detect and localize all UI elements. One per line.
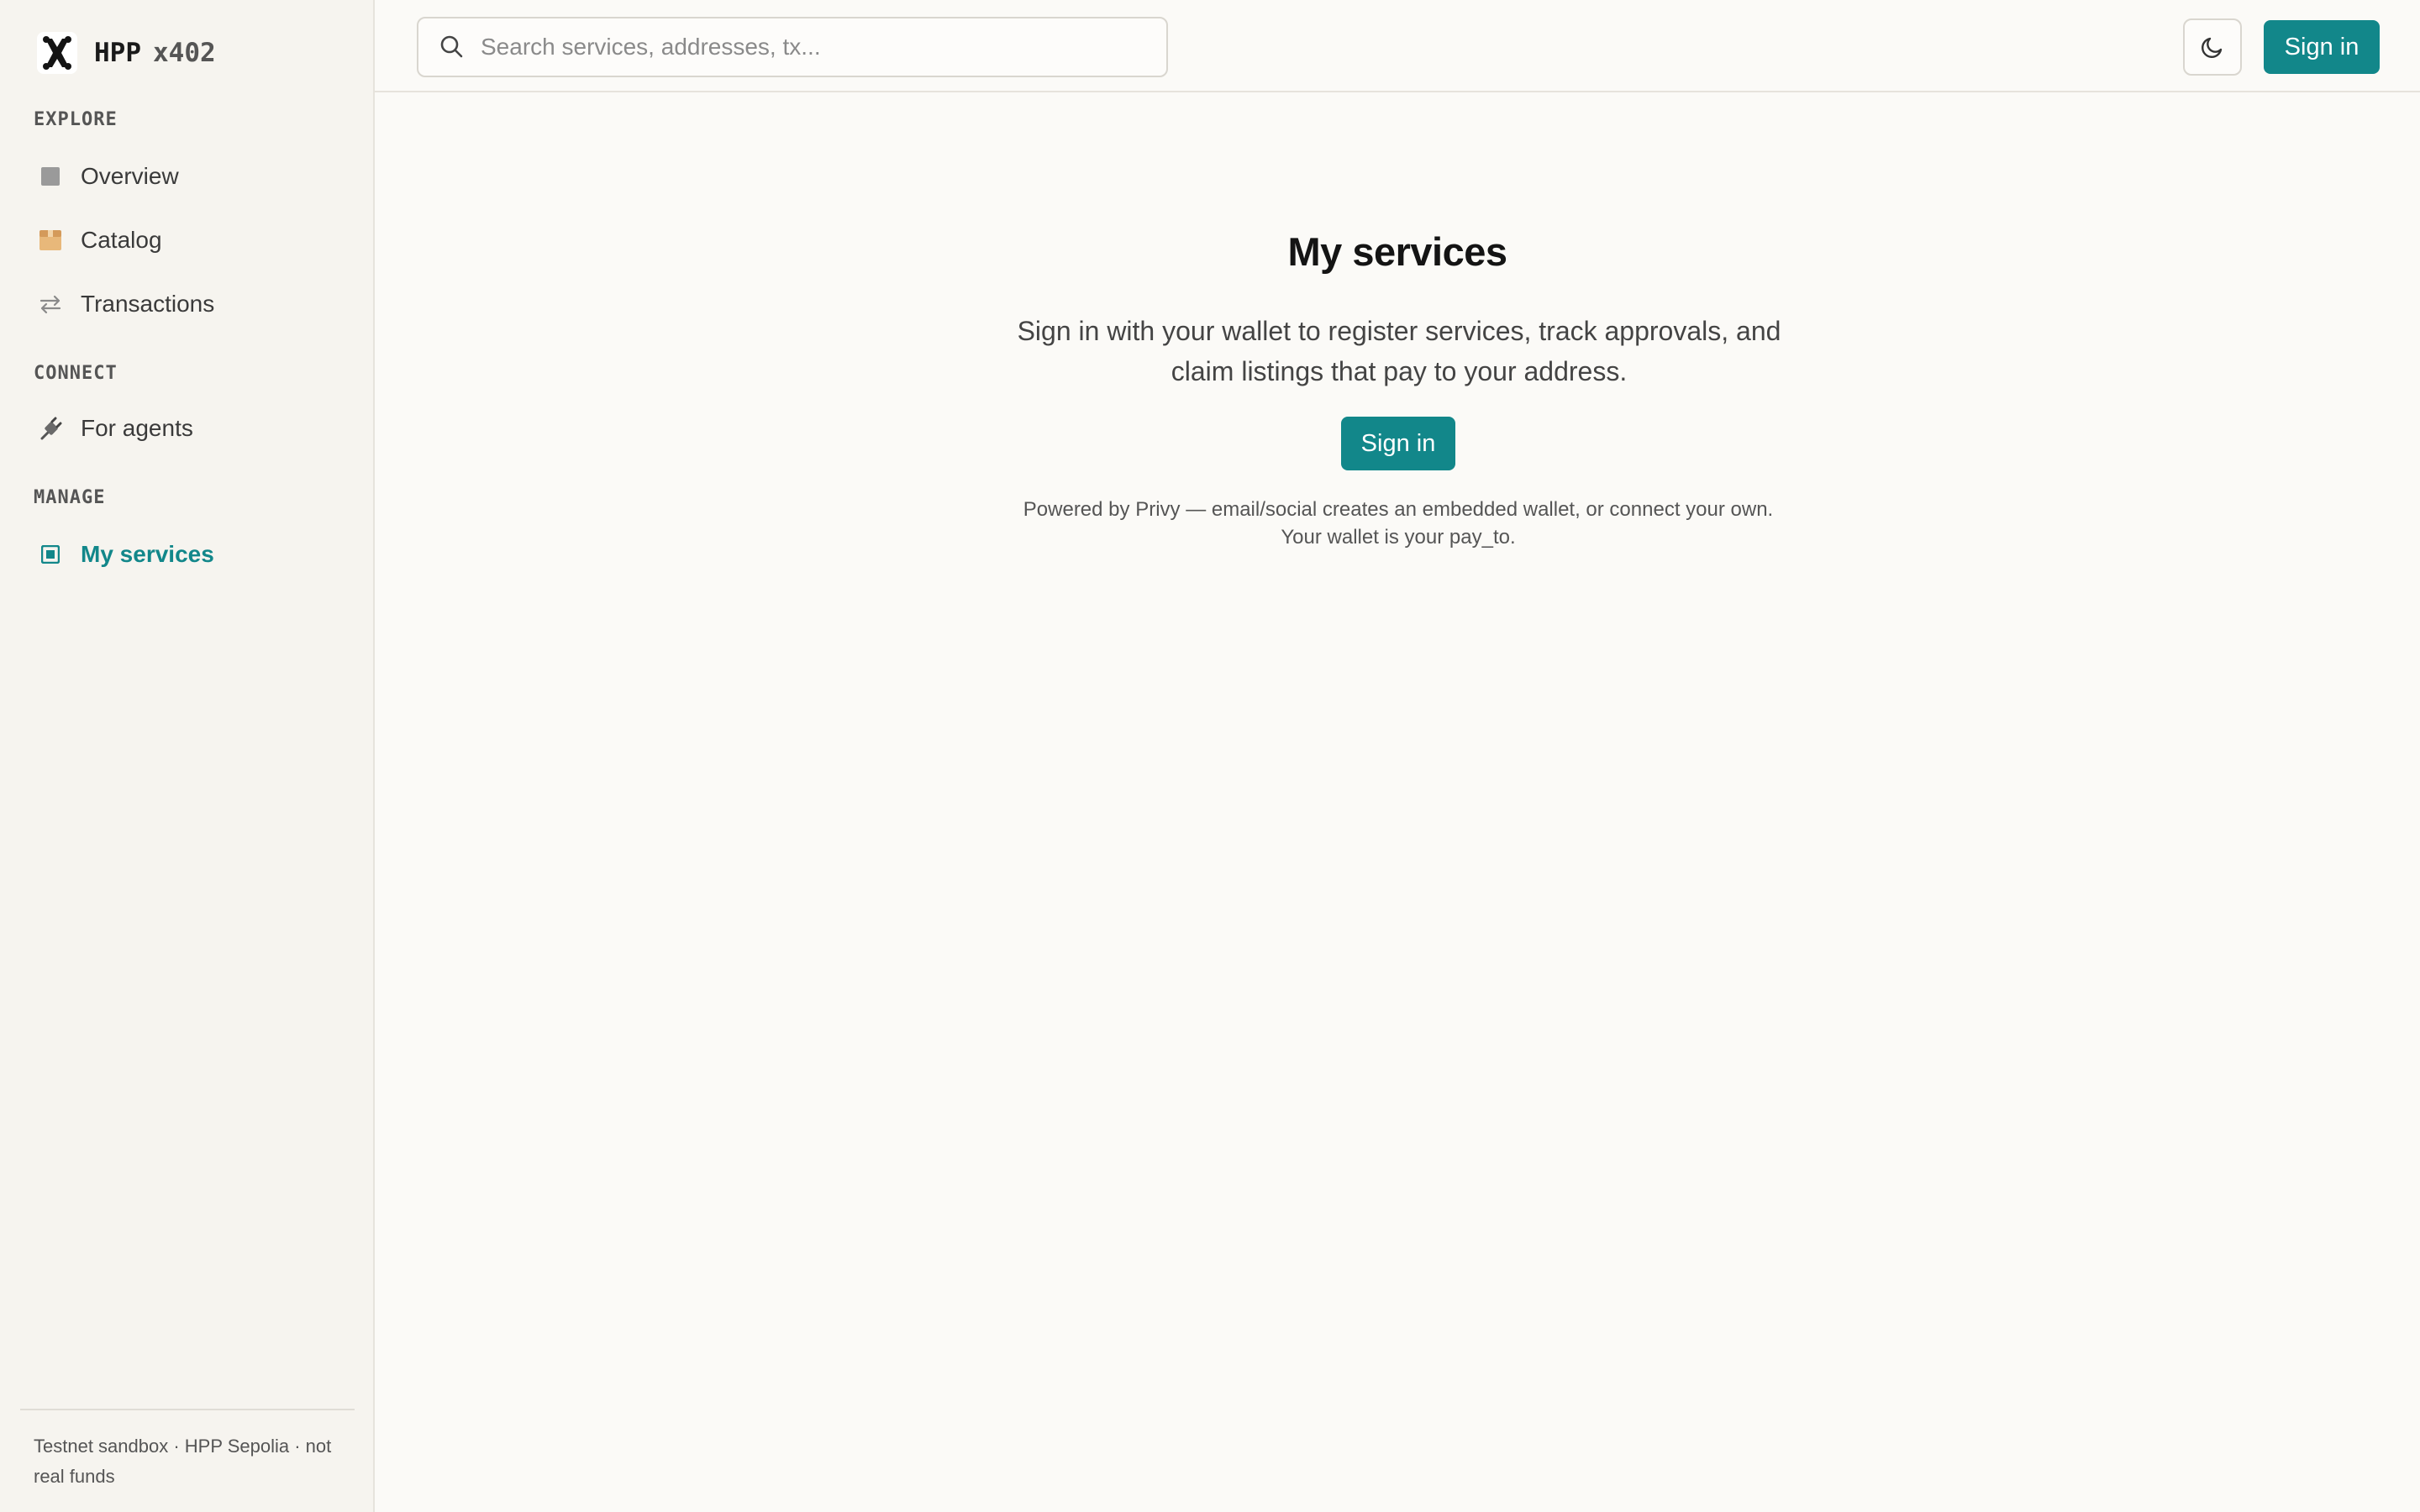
sidebar-item-overview[interactable]: Overview <box>34 151 345 202</box>
powered-by-note: Powered by Privy — email/social creates … <box>1023 498 1774 549</box>
sidebar-item-label: For agents <box>81 415 193 441</box>
section-label-connect: CONNECT <box>34 363 118 384</box>
my-services-icon <box>34 545 67 564</box>
sidebar-footer-note: Testnet sandbox · HPP Sepolia · not real… <box>34 1436 332 1487</box>
moon-icon <box>2202 37 2223 58</box>
search-box[interactable] <box>417 17 1168 77</box>
page-title: My services <box>1287 229 1507 274</box>
brand-logo-icon <box>37 32 77 74</box>
brand[interactable]: HPP x402 <box>37 32 216 74</box>
sidebar-item-label: Catalog <box>81 227 162 253</box>
header-signin-button[interactable]: Sign in <box>2264 20 2380 74</box>
signin-description: Sign in with your wallet to register ser… <box>1017 316 1781 386</box>
sidebar-item-my-services[interactable]: My services <box>34 529 345 580</box>
sidebar-item-for-agents[interactable]: For agents <box>34 403 345 454</box>
sidebar: HPP x402 EXPLORE Overview Catalog Transac… <box>0 0 375 1512</box>
sidebar-item-label: Overview <box>81 163 179 189</box>
brand-name: HPP x402 <box>94 38 216 68</box>
arrows-exchange-icon <box>34 294 67 314</box>
search-icon <box>440 35 463 58</box>
overview-icon <box>34 167 67 186</box>
section-label-explore: EXPLORE <box>34 109 118 130</box>
section-label-manage: MANAGE <box>34 487 106 508</box>
topbar: Sign in <box>375 0 2420 92</box>
sidebar-item-transactions[interactable]: Transactions <box>34 279 345 329</box>
plug-icon <box>34 417 67 440</box>
sidebar-item-label: Transactions <box>81 291 215 317</box>
sidebar-divider <box>20 1409 355 1410</box>
brand-suffix: x402 <box>153 38 216 68</box>
main-signin-button[interactable]: Sign in <box>1341 417 1455 470</box>
catalog-box-icon <box>34 229 67 251</box>
sidebar-item-label: My services <box>81 541 214 567</box>
sidebar-item-catalog[interactable]: Catalog <box>34 215 345 265</box>
search-input[interactable] <box>479 33 1138 61</box>
theme-toggle-button[interactable] <box>2183 18 2242 76</box>
